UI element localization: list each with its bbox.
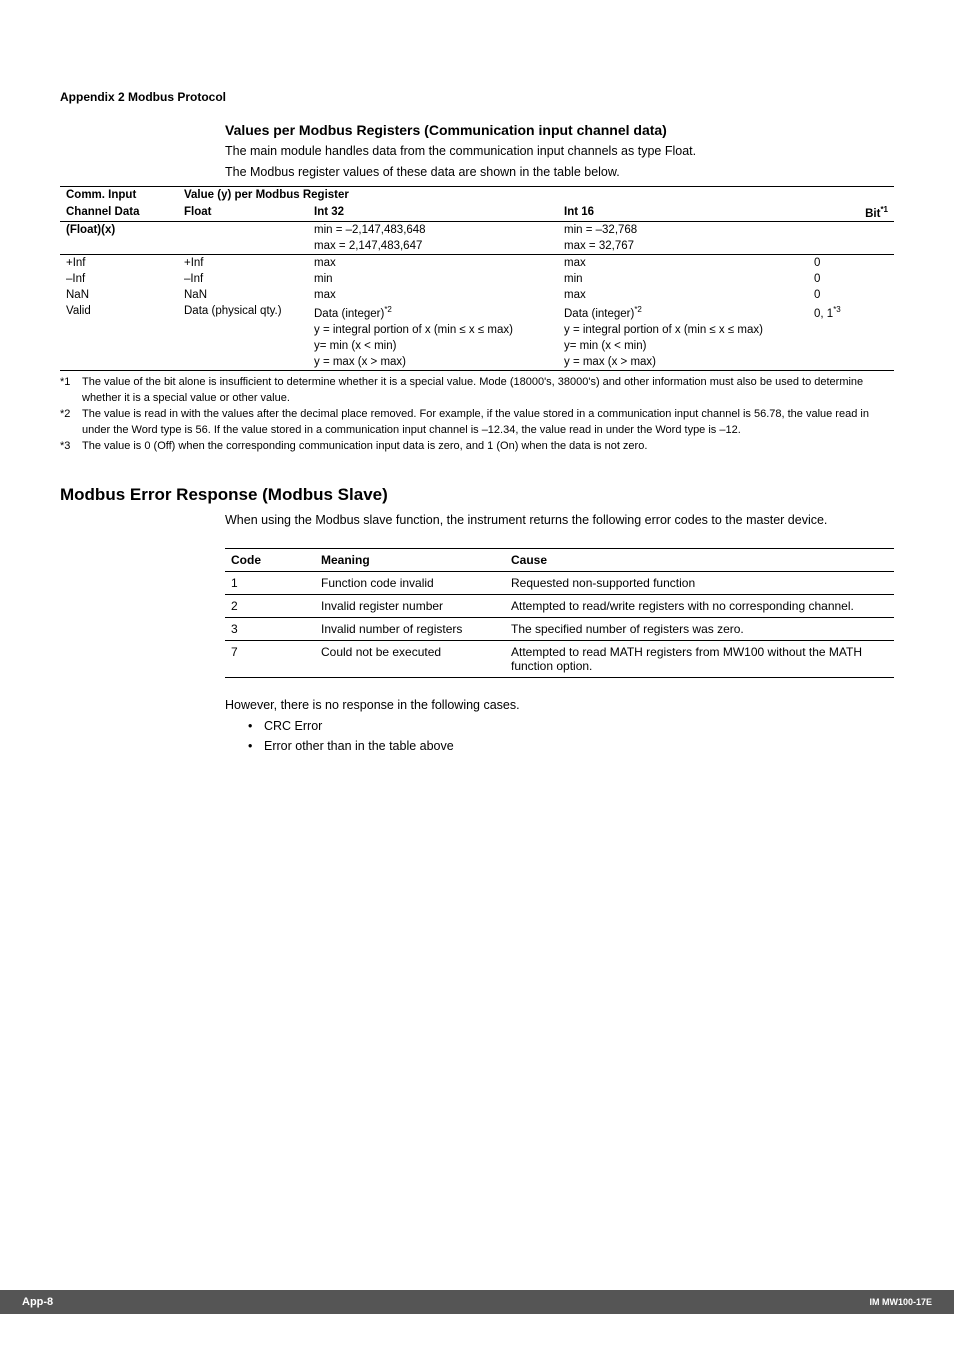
int32-min: min = –2,147,483,648 [308, 222, 558, 239]
footer-doc-id: IM MW100-17E [869, 1297, 932, 1307]
hdr-comm-input-1: Comm. Input [60, 186, 178, 203]
hdr-bit: Bit*1 [808, 203, 894, 222]
table-row: +Inf +Inf max max 0 [60, 255, 894, 272]
bullet-list: •CRC Error •Error other than in the tabl… [248, 716, 894, 756]
modbus-values-table: Comm. Input Value (y) per Modbus Registe… [60, 186, 894, 372]
fn1-text: The value of the bit alone is insufficie… [82, 375, 894, 407]
footer-page-number: App-8 [22, 1296, 53, 1308]
fn2-marker: *2 [60, 407, 82, 439]
fn1-marker: *1 [60, 375, 82, 407]
table-row: y= min (x < min) y= min (x < min) [60, 338, 894, 354]
page-footer: App-8 IM MW100-17E [0, 1290, 954, 1314]
table-row: 7 Could not be executed Attempted to rea… [225, 640, 894, 677]
hdr-int32: Int 32 [308, 203, 558, 222]
fn3-marker: *3 [60, 439, 82, 455]
error-intro: When using the Modbus slave function, th… [225, 511, 894, 530]
table-row: 3 Invalid number of registers The specif… [225, 617, 894, 640]
fn3-text: The value is 0 (Off) when the correspond… [82, 439, 894, 455]
hdr-float: Float [178, 203, 308, 222]
appendix-header: Appendix 2 Modbus Protocol [60, 90, 894, 104]
error-codes-table: Code Meaning Cause 1 Function code inval… [225, 548, 894, 678]
table-row: –Inf –Inf min min 0 [60, 271, 894, 287]
int16-min: min = –32,768 [558, 222, 808, 239]
int32-max: max = 2,147,483,647 [308, 238, 558, 255]
table-row: 1 Function code invalid Requested non-su… [225, 571, 894, 594]
hdr-comm-input-3: (Float)(x) [60, 222, 178, 239]
table-row: Valid Data (physical qty.) Data (integer… [60, 303, 894, 322]
err-hdr-cause: Cause [505, 548, 894, 571]
list-item: •Error other than in the table above [248, 736, 894, 756]
int16-max: max = 32,767 [558, 238, 808, 255]
values-section-title: Values per Modbus Registers (Communicati… [225, 122, 894, 138]
list-item: •CRC Error [248, 716, 894, 736]
fn2-text: The value is read in with the values aft… [82, 407, 894, 439]
table-row: NaN NaN max max 0 [60, 287, 894, 303]
error-section-title: Modbus Error Response (Modbus Slave) [60, 485, 894, 505]
err-hdr-meaning: Meaning [315, 548, 505, 571]
hdr-int16: Int 16 [558, 203, 808, 222]
error-outro: However, there is no response in the fol… [225, 696, 894, 715]
values-intro-1: The main module handles data from the co… [225, 142, 894, 161]
err-hdr-code: Code [225, 548, 315, 571]
table-row: y = max (x > max) y = max (x > max) [60, 354, 894, 371]
values-intro-2: The Modbus register values of these data… [225, 163, 894, 182]
table-row: 2 Invalid register number Attempted to r… [225, 594, 894, 617]
table-row: y = integral portion of x (min ≤ x ≤ max… [60, 322, 894, 338]
footnotes: *1 The value of the bit alone is insuffi… [60, 375, 894, 455]
hdr-value-per: Value (y) per Modbus Register [178, 186, 894, 203]
hdr-comm-input-2: Channel Data [60, 203, 178, 222]
